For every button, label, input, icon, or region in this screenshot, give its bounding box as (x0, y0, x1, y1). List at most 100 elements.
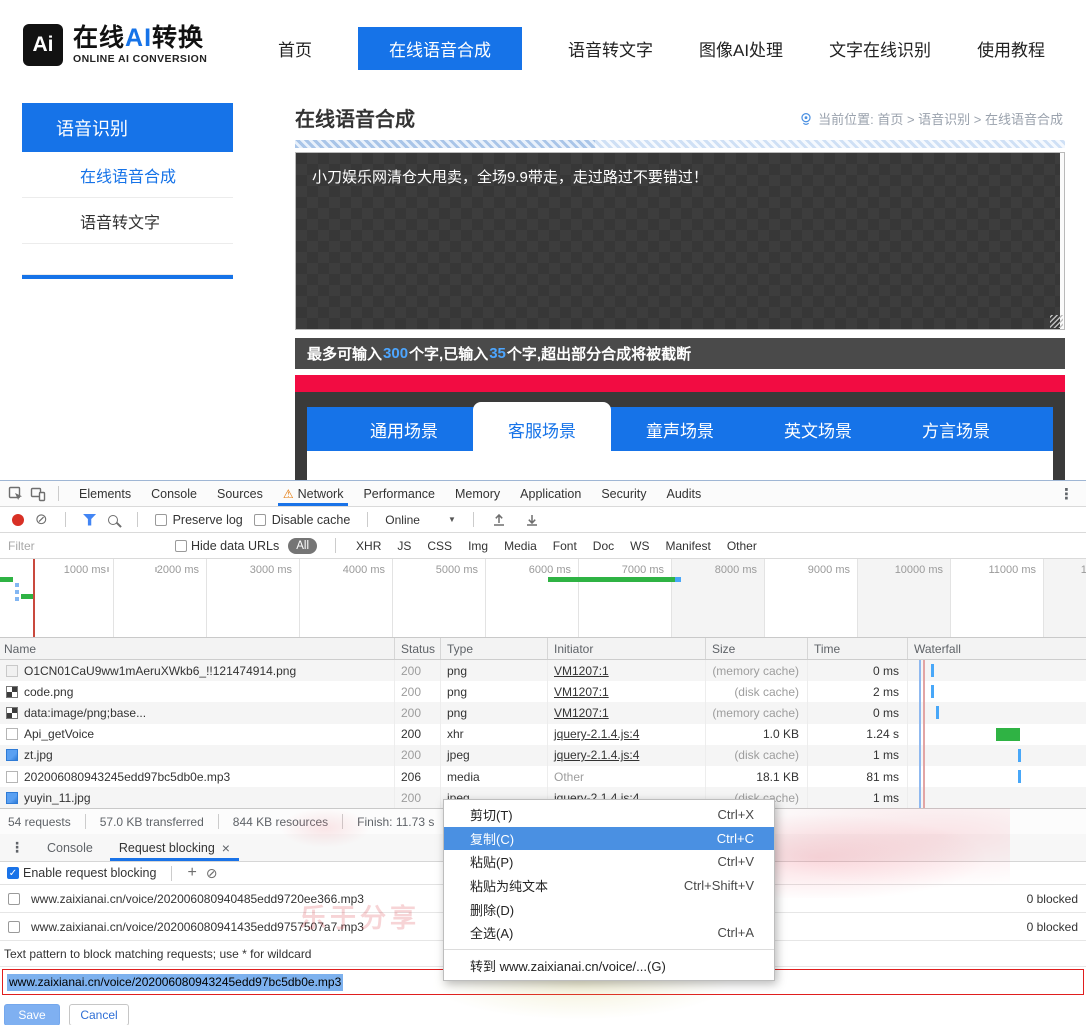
filter-funnel-icon[interactable] (83, 514, 97, 526)
blocked-row-checkbox[interactable] (8, 921, 20, 933)
more-options-icon[interactable]: ⋮ (1059, 485, 1074, 503)
column-header-type[interactable]: Type (441, 638, 548, 659)
sidebar-bottom-accent (22, 275, 233, 279)
menu-item-5[interactable]: 删除(D) (444, 897, 774, 921)
initiator-link[interactable]: jquery-2.1.4.js:4 (554, 727, 639, 741)
column-header-time[interactable]: Time (808, 638, 908, 659)
nav-item-3[interactable]: 语音转文字 (568, 36, 653, 61)
waterfall-tick (936, 706, 939, 719)
save-button[interactable]: Save (4, 1004, 60, 1025)
device-toolbar-icon[interactable] (30, 486, 46, 502)
type-filter-js[interactable]: JS (395, 539, 413, 553)
menu-item-3[interactable]: 粘贴(P)Ctrl+V (444, 850, 774, 874)
menu-item-4[interactable]: 粘贴为纯文本Ctrl+Shift+V (444, 874, 774, 898)
waterfall-tick (931, 664, 934, 677)
column-header-status[interactable]: Status (395, 638, 441, 659)
preserve-log-checkbox[interactable] (155, 514, 167, 526)
sidebar-item-1[interactable]: 在线语音合成 (22, 152, 233, 198)
nav-item-4[interactable]: 图像AI处理 (699, 36, 783, 61)
inspect-element-icon[interactable] (8, 486, 24, 502)
column-header-name[interactable]: Name (0, 638, 395, 659)
type-filter-doc[interactable]: Doc (591, 539, 616, 553)
type-filter-other[interactable]: Other (725, 539, 759, 553)
add-pattern-icon[interactable]: + (187, 865, 196, 881)
divider (473, 512, 474, 527)
column-header-initiator[interactable]: Initiator (548, 638, 706, 659)
cell-name: Api_getVoice (0, 724, 395, 745)
blocked-row-checkbox[interactable] (8, 893, 20, 905)
hide-data-urls-checkbox[interactable] (175, 540, 187, 552)
cell-waterfall (908, 724, 1086, 745)
scene-tab-1[interactable]: 通用场景 (335, 407, 473, 451)
drawer-tab-request-blocking[interactable]: Request blocking× (106, 834, 243, 861)
drawer-tab-console[interactable]: Console (34, 834, 106, 861)
speech-text-input[interactable]: 小刀娱乐网清仓大甩卖，全场9.9带走，走过路过不要错过！ (295, 152, 1065, 330)
type-filter-manifest[interactable]: Manifest (663, 539, 712, 553)
type-filter-all[interactable]: All (288, 538, 317, 554)
disable-cache-checkbox[interactable] (254, 514, 266, 526)
type-filter-media[interactable]: Media (502, 539, 539, 553)
site-logo[interactable]: Ai 在线AI转换 ONLINE AI CONVERSION (23, 24, 207, 66)
textarea-scrollbar[interactable] (1060, 153, 1064, 329)
nav-item-1[interactable]: 首页 (278, 36, 312, 61)
scene-tab-2[interactable]: 客服场景 (473, 402, 611, 451)
drawer-more-options-icon[interactable]: ⋮ (0, 839, 34, 856)
close-icon[interactable]: × (222, 840, 230, 856)
initiator-link[interactable]: VM1207:1 (554, 706, 609, 720)
sidebar: 语音识别 在线语音合成语音转文字 (22, 103, 233, 279)
resource-icon-img-gray (6, 665, 18, 677)
devtools-tab-audits[interactable]: Audits (656, 481, 711, 506)
speech-text-value: 小刀娱乐网清仓大甩卖，全场9.9带走，走过路过不要错过！ (312, 169, 708, 186)
devtools-tab-application[interactable]: Application (510, 481, 591, 506)
devtools-tab-elements[interactable]: Elements (69, 481, 141, 506)
import-har-icon[interactable] (491, 512, 507, 528)
sidebar-item-2[interactable]: 语音转文字 (22, 198, 233, 244)
initiator-link[interactable]: VM1207:1 (554, 664, 609, 678)
menu-shortcut: Ctrl+V (718, 854, 754, 869)
menu-item-2[interactable]: 复制(C)Ctrl+C (444, 827, 774, 851)
scene-tab-5[interactable]: 方言场景 (887, 407, 1025, 451)
timeline-label: 5000 ms (436, 564, 485, 576)
cell-waterfall (908, 787, 1086, 808)
type-filter-xhr[interactable]: XHR (354, 539, 383, 553)
devtools-tab-network[interactable]: ⚠Network (273, 481, 354, 506)
devtools-tab-performance[interactable]: Performance (353, 481, 445, 506)
devtools-tab-security[interactable]: Security (591, 481, 656, 506)
column-header-size[interactable]: Size (706, 638, 808, 659)
cell-initiator: VM1207:1 (548, 702, 706, 723)
type-filter-font[interactable]: Font (551, 539, 579, 553)
nav-item-5[interactable]: 文字在线识别 (829, 36, 931, 61)
search-icon[interactable] (108, 515, 118, 525)
clear-icon[interactable]: ⊘ (35, 512, 48, 527)
timeline[interactable]: 1000 ms2000 ms3000 ms4000 ms5000 ms6000 … (0, 559, 1086, 638)
remove-all-icon[interactable]: ⊘ (206, 866, 218, 880)
throttling-select[interactable]: Online ▼ (385, 513, 456, 527)
nav-item-6[interactable]: 使用教程 (977, 36, 1045, 61)
devtools-tab-sources[interactable]: Sources (207, 481, 273, 506)
type-filter-ws[interactable]: WS (628, 539, 651, 553)
overview-tick (107, 567, 109, 572)
devtools-tab-memory[interactable]: Memory (445, 481, 510, 506)
export-har-icon[interactable] (524, 512, 540, 528)
textarea-resize-handle[interactable] (1050, 315, 1063, 328)
cancel-button[interactable]: Cancel (69, 1004, 129, 1025)
menu-item-6[interactable]: 全选(A)Ctrl+A (444, 921, 774, 945)
disable-cache-label: Disable cache (272, 513, 351, 527)
blocked-count: 0 blocked (1027, 892, 1078, 906)
initiator-link[interactable]: jquery-2.1.4.js:4 (554, 748, 639, 762)
cell-waterfall (908, 681, 1086, 702)
scene-tab-4[interactable]: 英文场景 (749, 407, 887, 451)
waterfall-bar (996, 728, 1020, 741)
initiator-link[interactable]: VM1207:1 (554, 685, 609, 699)
column-header-waterfall[interactable]: Waterfall (908, 638, 1086, 659)
menu-item-7[interactable]: 转到 www.zaixianai.cn/voice/...(G) (444, 954, 774, 978)
nav-item-2[interactable]: 在线语音合成 (358, 27, 522, 70)
type-filter-css[interactable]: CSS (425, 539, 454, 553)
filter-input[interactable] (8, 539, 166, 553)
scene-tab-3[interactable]: 童声场景 (611, 407, 749, 451)
record-icon[interactable] (12, 514, 24, 526)
devtools-tab-console[interactable]: Console (141, 481, 207, 506)
menu-item-1[interactable]: 剪切(T)Ctrl+X (444, 803, 774, 827)
enable-request-blocking-checkbox[interactable]: ✓ (7, 867, 19, 879)
type-filter-img[interactable]: Img (466, 539, 490, 553)
